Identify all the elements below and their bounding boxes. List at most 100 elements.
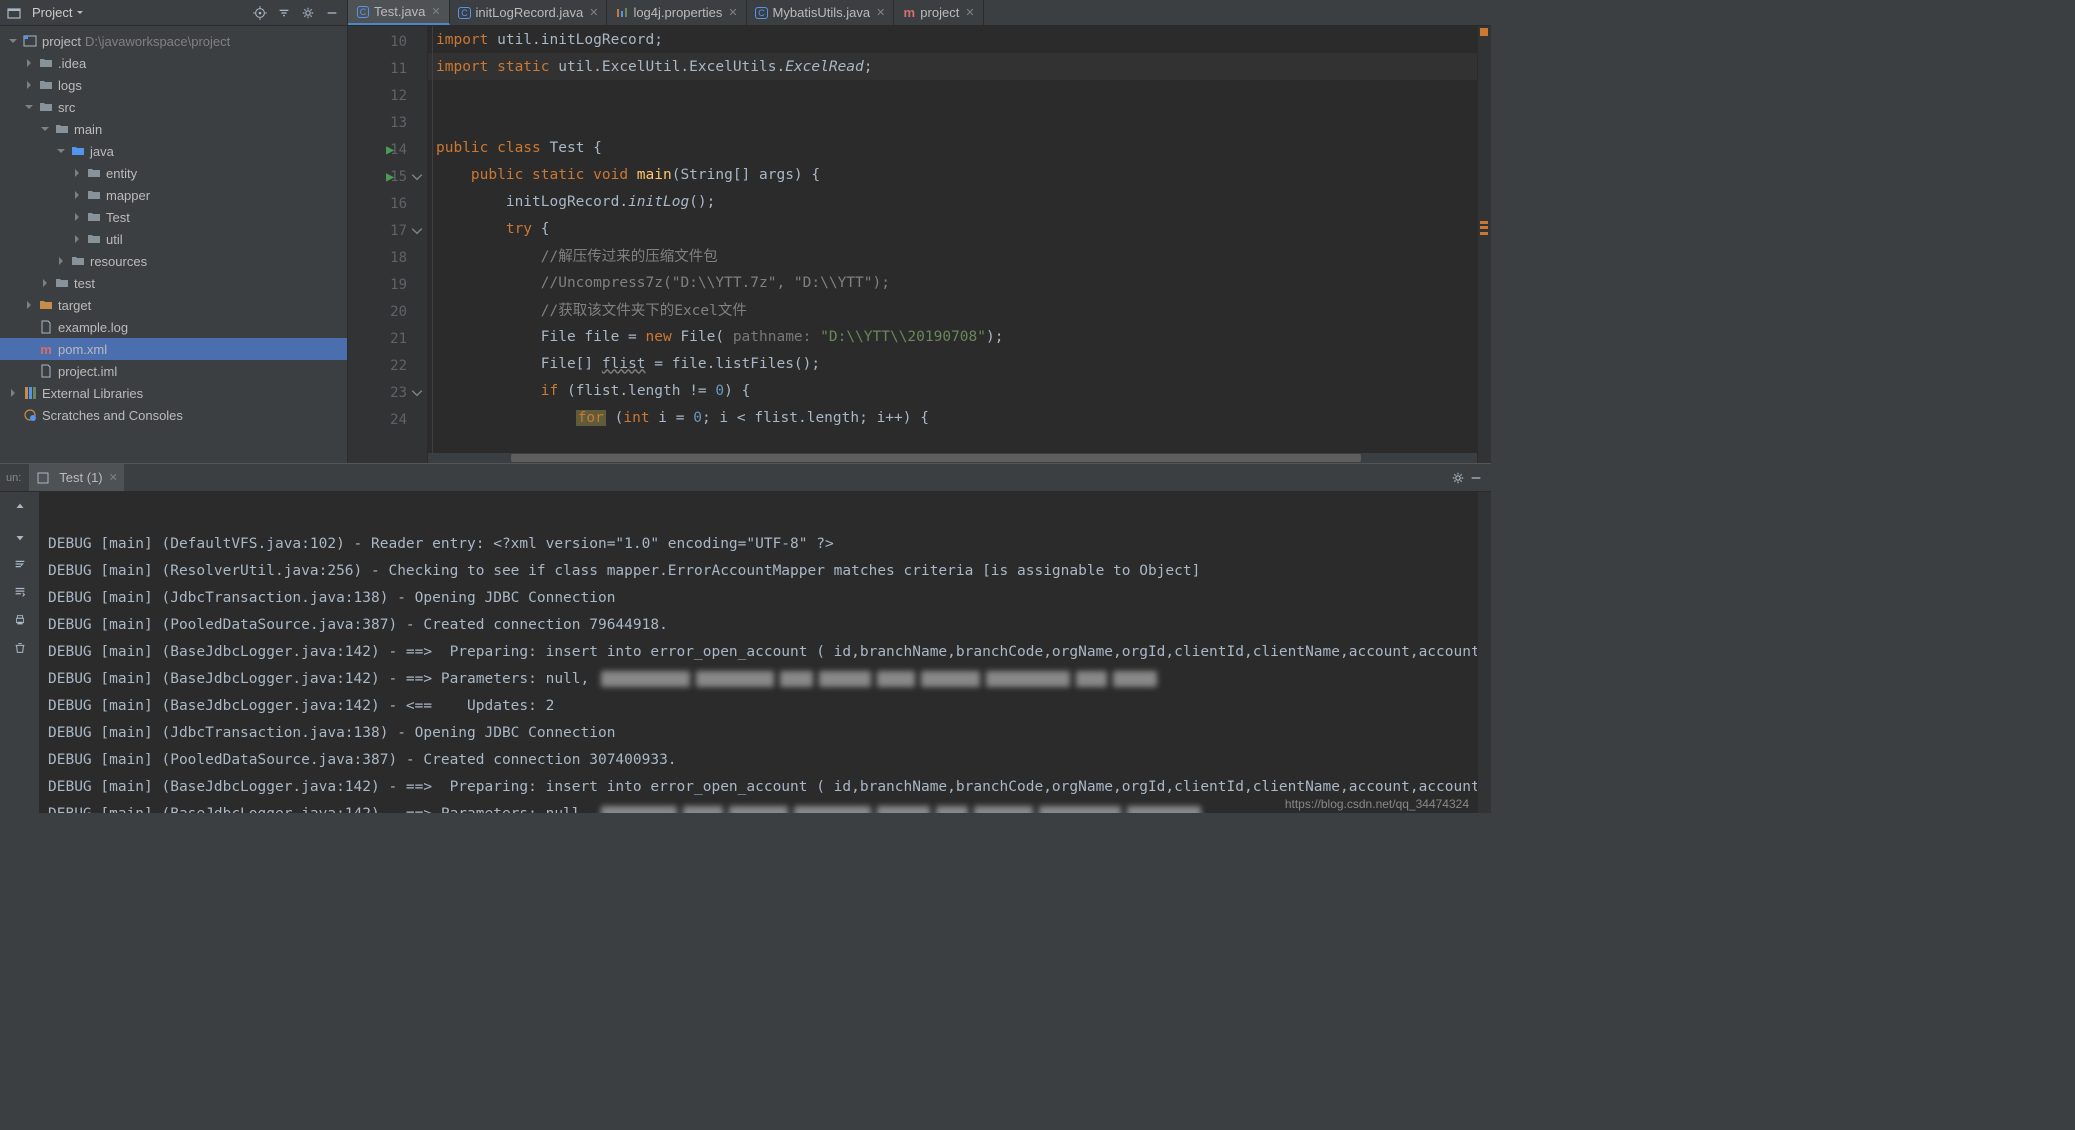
tab-mybatisutils-java[interactable]: CMybatisUtils.java✕: [747, 0, 895, 25]
chevron-down-icon[interactable]: [22, 100, 36, 114]
close-icon[interactable]: ✕: [965, 6, 974, 19]
tree-item-project-iml[interactable]: project.iml: [0, 360, 347, 382]
gutter-line[interactable]: 22: [348, 352, 427, 379]
up-icon[interactable]: [8, 496, 32, 520]
tree-item-test[interactable]: test: [0, 272, 347, 294]
gutter-line[interactable]: 14▶: [348, 136, 427, 163]
tree-item-label: test: [74, 276, 95, 291]
external-libraries[interactable]: External Libraries: [0, 382, 347, 404]
code-line[interactable]: //Uncompress7z("D:\\YTT.7z", "D:\\YTT");: [428, 269, 1477, 296]
tab-project[interactable]: mproject✕: [894, 0, 983, 25]
tree-item-java[interactable]: java: [0, 140, 347, 162]
chevron-right-icon[interactable]: [38, 276, 52, 290]
close-icon[interactable]: ✕: [876, 6, 885, 19]
code-line[interactable]: if (flist.length != 0) {: [428, 377, 1477, 404]
tree-item-main[interactable]: main: [0, 118, 347, 140]
chevron-right-icon[interactable]: [22, 78, 36, 92]
close-icon[interactable]: ✕: [589, 6, 598, 19]
chevron-right-icon[interactable]: [22, 298, 36, 312]
gutter-line[interactable]: 16: [348, 190, 427, 217]
tree-item-util[interactable]: util: [0, 228, 347, 250]
code-line[interactable]: File file = new File( pathname: "D:\\YTT…: [428, 323, 1477, 350]
chevron-right-icon[interactable]: [54, 254, 68, 268]
code-line[interactable]: //获取该文件夹下的Excel文件: [428, 296, 1477, 323]
code-line[interactable]: import util.initLogRecord;: [428, 26, 1477, 53]
gear-icon[interactable]: [299, 4, 317, 22]
tree-root[interactable]: project D:\javaworkspace\project: [0, 30, 347, 52]
run-tab[interactable]: Test (1) ✕: [29, 464, 124, 491]
tab-initlogrecord-java[interactable]: CinitLogRecord.java✕: [450, 0, 608, 25]
fold-icon[interactable]: [411, 171, 423, 183]
horizontal-scrollbar[interactable]: [428, 453, 1477, 463]
collapse-all-icon[interactable]: [275, 4, 293, 22]
code-line[interactable]: initLogRecord.initLog();: [428, 188, 1477, 215]
code-line[interactable]: public class Test {: [428, 134, 1477, 161]
run-gutter-icon[interactable]: ▶: [386, 169, 394, 185]
gutter-line[interactable]: 15▶: [348, 163, 427, 190]
gutter-line[interactable]: 12: [348, 82, 427, 109]
code-line[interactable]: import static util.ExcelUtil.ExcelUtils.…: [428, 53, 1477, 80]
tree-item-pom-xml[interactable]: mpom.xml: [0, 338, 347, 360]
console-output[interactable]: DEBUG [main] (DefaultVFS.java:102) - Rea…: [40, 492, 1477, 813]
chevron-down-icon[interactable]: [38, 122, 52, 136]
close-icon[interactable]: ✕: [109, 471, 118, 484]
chevron-right-icon[interactable]: [70, 166, 84, 180]
gutter-line[interactable]: 20: [348, 298, 427, 325]
code-line[interactable]: public static void main(String[] args) {: [428, 161, 1477, 188]
code-line[interactable]: try {: [428, 215, 1477, 242]
tree-item-mapper[interactable]: mapper: [0, 184, 347, 206]
sidebar-title[interactable]: Project: [32, 5, 84, 20]
chevron-right-icon[interactable]: [6, 386, 20, 400]
scratches-consoles[interactable]: Scratches and Consoles: [0, 404, 347, 426]
fold-icon[interactable]: [411, 387, 423, 399]
soft-wrap-icon[interactable]: [8, 552, 32, 576]
tree-item-resources[interactable]: resources: [0, 250, 347, 272]
close-icon[interactable]: ✕: [431, 5, 440, 18]
minimize-icon[interactable]: [1467, 469, 1485, 487]
gutter-line[interactable]: 10: [348, 28, 427, 55]
code-area[interactable]: import util.initLogRecord;import static …: [428, 26, 1477, 463]
gutter-line[interactable]: 19: [348, 271, 427, 298]
chevron-down-icon[interactable]: [6, 34, 20, 48]
code-line[interactable]: File[] flist = file.listFiles();: [428, 350, 1477, 377]
code-line[interactable]: //解压传过来的压缩文件包: [428, 242, 1477, 269]
print-icon[interactable]: [8, 608, 32, 632]
code-line[interactable]: [428, 107, 1477, 134]
code-line[interactable]: for (int i = 0; i < flist.length; i++) {: [428, 404, 1477, 431]
gutter-line[interactable]: 21: [348, 325, 427, 352]
gutter-line[interactable]: 13: [348, 109, 427, 136]
editor-overview-ruler[interactable]: [1477, 26, 1491, 463]
fold-icon[interactable]: [411, 225, 423, 237]
chevron-right-icon[interactable]: [70, 210, 84, 224]
trash-icon[interactable]: [8, 636, 32, 660]
run-gutter-icon[interactable]: ▶: [386, 142, 394, 158]
tree-item-entity[interactable]: entity: [0, 162, 347, 184]
code-line[interactable]: [428, 80, 1477, 107]
scroll-to-end-icon[interactable]: [8, 580, 32, 604]
gutter-line[interactable]: 18: [348, 244, 427, 271]
down-icon[interactable]: [8, 524, 32, 548]
close-icon[interactable]: ✕: [728, 6, 737, 19]
chevron-right-icon[interactable]: [70, 188, 84, 202]
tree-item-src[interactable]: src: [0, 96, 347, 118]
chevron-down-icon[interactable]: [54, 144, 68, 158]
gutter-line[interactable]: 23: [348, 379, 427, 406]
gutter-line[interactable]: 24: [348, 406, 427, 433]
minimize-icon[interactable]: [323, 4, 341, 22]
tab-log4j-properties[interactable]: log4j.properties✕: [607, 0, 746, 25]
tree-item--idea[interactable]: .idea: [0, 52, 347, 74]
gear-icon[interactable]: [1449, 469, 1467, 487]
gutter-line[interactable]: 11: [348, 55, 427, 82]
tree-item-logs[interactable]: logs: [0, 74, 347, 96]
scroll-thumb[interactable]: [511, 454, 1361, 462]
gutter-line[interactable]: 17: [348, 217, 427, 244]
chevron-right-icon[interactable]: [70, 232, 84, 246]
chevron-right-icon[interactable]: [22, 56, 36, 70]
console-scrollbar[interactable]: [1477, 492, 1491, 813]
tree-item-example-log[interactable]: example.log: [0, 316, 347, 338]
tree-item-test[interactable]: Test: [0, 206, 347, 228]
aim-icon[interactable]: [251, 4, 269, 22]
tab-test-java[interactable]: CTest.java✕: [348, 0, 450, 25]
tree-item-target[interactable]: target: [0, 294, 347, 316]
editor-gutter[interactable]: 1011121314▶15▶161718192021222324: [348, 26, 428, 463]
